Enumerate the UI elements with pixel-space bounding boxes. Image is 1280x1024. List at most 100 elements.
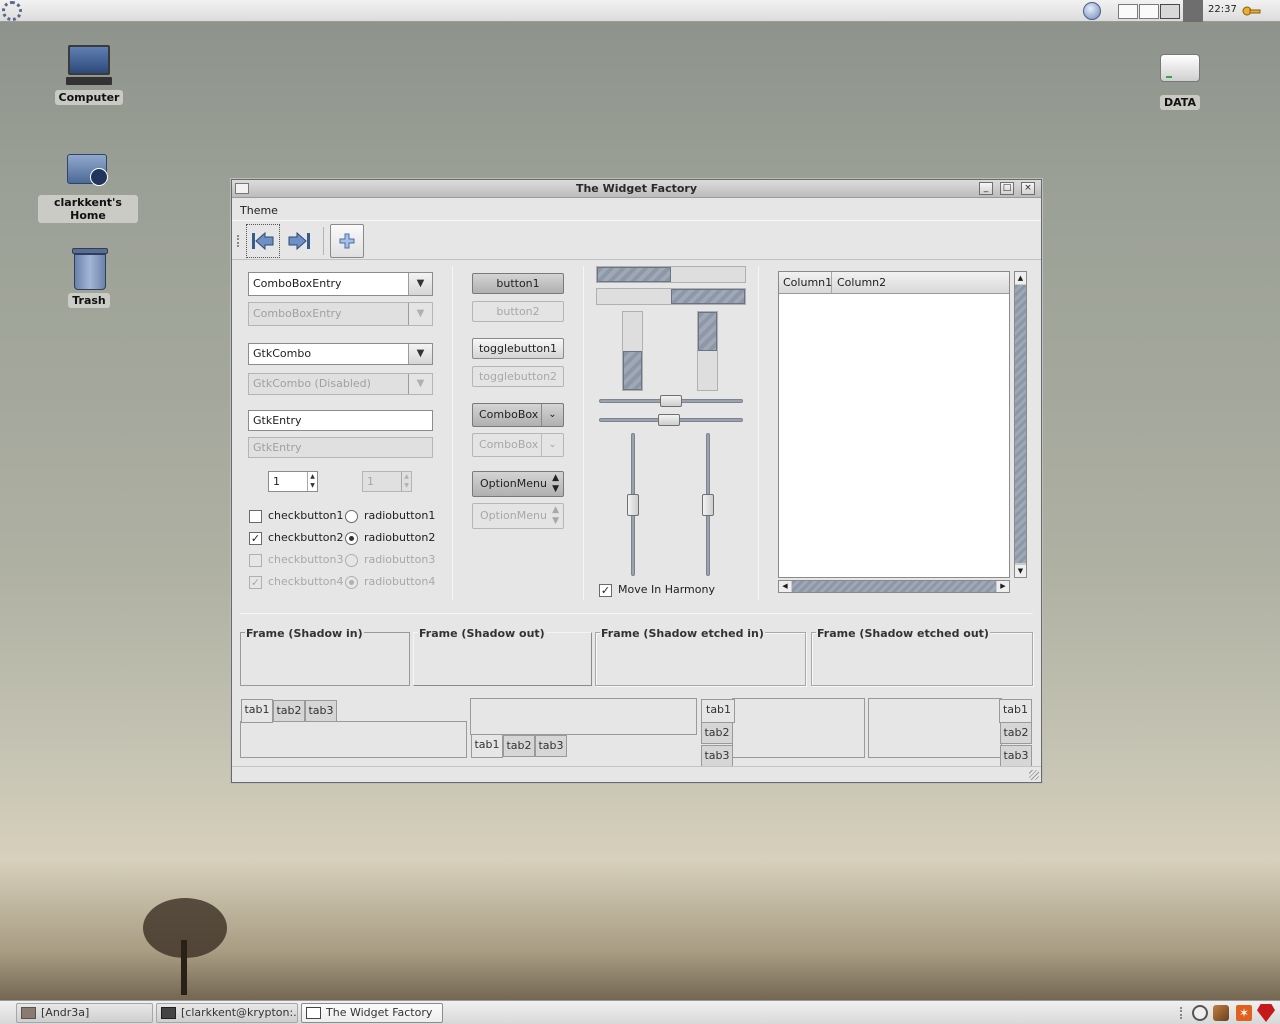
notebook-left-tab1[interactable]: tab1 [701,699,735,723]
desktop-icon-trash[interactable]: Trash [39,248,139,308]
notebook-right-tab3[interactable]: tab3 [1000,745,1032,767]
notebook-top-tab2[interactable]: tab2 [273,700,305,722]
scroll-right-icon[interactable]: ▶ [997,581,1009,592]
optionmenu[interactable]: OptionMenu ▲ ▼ [472,471,564,497]
workspace-2[interactable] [1139,4,1159,19]
vscale2-slider[interactable] [702,494,714,516]
vscale1-slider[interactable] [627,494,639,516]
tree-silhouette [143,898,227,995]
top-panel: 22:37 [0,0,1280,22]
titlebar[interactable]: The Widget Factory _ □ × [232,180,1041,198]
task-widget-factory[interactable]: The Widget Factory [301,1003,443,1023]
checkbutton4-label: checkbutton4 [268,575,344,588]
horizontal-scrollbar[interactable]: ◀ ▶ [778,580,1010,593]
radiobutton3-circle [345,554,358,567]
button1[interactable]: button1 [472,273,564,294]
scroll-left-icon[interactable]: ◀ [779,581,791,592]
maximize-button[interactable]: □ [1000,182,1014,195]
checkbutton1-label[interactable]: checkbutton1 [268,509,344,522]
network-icon[interactable] [1083,2,1101,20]
star-icon[interactable]: ✶ [1236,1005,1252,1021]
spinbutton[interactable]: 1 ▲ ▼ [268,471,318,492]
chevron-down-icon[interactable]: ▼ [408,273,432,295]
task-terminal[interactable]: [clarkkent@krypton:... [156,1003,298,1023]
gtkcombo[interactable]: GtkCombo ▼ [248,343,433,365]
hscale2-slider[interactable] [658,414,680,426]
vscroll-thumb[interactable] [1015,285,1026,563]
notebook-top-tab1[interactable]: tab1 [241,699,273,723]
notebook-top-tab3[interactable]: tab3 [305,700,337,722]
clock[interactable]: 22:37 [1208,4,1237,15]
comboboxentry-disabled-value: ComboBoxEntry [253,307,342,320]
gtkentry[interactable]: GtkEntry [248,410,433,431]
keys-icon[interactable] [1242,4,1262,18]
spinbutton-value: 1 [273,475,280,488]
desktop-icon-computer[interactable]: Computer [39,45,139,105]
resize-grip-icon[interactable] [1029,770,1039,780]
avatar-icon [21,1007,36,1019]
column2-header[interactable]: Column2 [833,272,886,289]
hscroll-thumb[interactable] [792,581,996,592]
ruby-icon[interactable] [1257,1004,1275,1022]
minimize-button[interactable]: _ [979,182,993,195]
task-andr3a[interactable]: [Andr3a] [16,1003,153,1023]
notebook-right-tab2[interactable]: tab2 [1000,722,1032,744]
workspace-4[interactable] [1183,0,1203,22]
combobox[interactable]: ComboBox ⌄ [472,403,564,427]
checkbutton1-box[interactable] [249,510,262,523]
spin-arrows-icon: ▲ ▼ [401,472,411,491]
notebook-bottom-tab1[interactable]: tab1 [471,734,503,758]
radiobutton2-circle[interactable] [345,532,358,545]
desktop-icon-data[interactable]: DATA [1130,50,1230,110]
hscale1-slider[interactable] [660,395,682,407]
gear-menu-icon[interactable] [2,1,22,21]
gtkentry-disabled: GtkEntry [248,437,433,458]
task-label: The Widget Factory [326,1006,433,1019]
comboboxentry-value: ComboBoxEntry [253,277,342,290]
column1-header[interactable]: Column1 [779,272,832,293]
toolbar-handle[interactable] [237,235,239,247]
checkbutton2-label[interactable]: checkbutton2 [268,531,344,544]
radiobutton4-label: radiobutton4 [364,575,436,588]
spin-arrows-icon[interactable]: ▲ ▼ [307,472,317,491]
optionmenu-value: OptionMenu [480,477,547,490]
go-first-button[interactable] [246,224,280,258]
menu-theme[interactable]: Theme [240,204,278,217]
desktop-icon-home[interactable]: clarkkent's Home [38,150,138,223]
clock-icon[interactable] [1192,1005,1208,1021]
notebook-left-tab3[interactable]: tab3 [701,745,733,767]
scroll-down-icon[interactable]: ▼ [1015,565,1026,577]
updown-arrows-icon: ▲ ▼ [552,473,559,494]
chevron-down-icon: ▼ [408,303,432,325]
notebook-bottom-page [470,698,697,735]
frame-label: Frame (Shadow etched in) [600,627,765,640]
checkbutton2-box[interactable]: ✓ [249,532,262,545]
notebook-left-tab2[interactable]: tab2 [701,722,733,744]
progressbar-v1 [622,311,643,391]
desktop-icon-label: Computer [54,90,124,105]
tools-icon[interactable] [1213,1005,1229,1021]
move-in-harmony-label[interactable]: Move In Harmony [618,583,715,596]
notebook-bottom-tab2[interactable]: tab2 [503,735,535,757]
workspace-3[interactable] [1160,4,1180,19]
comboboxentry[interactable]: ComboBoxEntry ▼ [248,272,433,296]
treeview[interactable]: Column1 Column2 [778,271,1010,578]
workspace-1[interactable] [1118,4,1138,19]
desktop-icon-label: DATA [1160,95,1200,110]
radiobutton2-label[interactable]: radiobutton2 [364,531,435,544]
radiobutton1-label[interactable]: radiobutton1 [364,509,435,522]
move-in-harmony-box[interactable]: ✓ [599,584,612,597]
scroll-up-icon[interactable]: ▲ [1015,272,1026,284]
togglebutton2: togglebutton2 [472,366,564,387]
chevron-down-icon[interactable]: ▼ [408,344,432,364]
togglebutton1[interactable]: togglebutton1 [472,338,564,359]
vertical-scrollbar[interactable]: ▲ ▼ [1014,271,1027,578]
add-button[interactable] [330,224,364,258]
go-last-button[interactable] [282,224,316,258]
notebook-bottom-tab3[interactable]: tab3 [535,735,567,757]
close-button[interactable]: × [1021,182,1035,195]
separator [583,266,584,600]
notebook-right-tab1[interactable]: tab1 [999,699,1032,723]
radiobutton1-circle[interactable] [345,510,358,523]
progressbar-v2 [697,311,718,391]
